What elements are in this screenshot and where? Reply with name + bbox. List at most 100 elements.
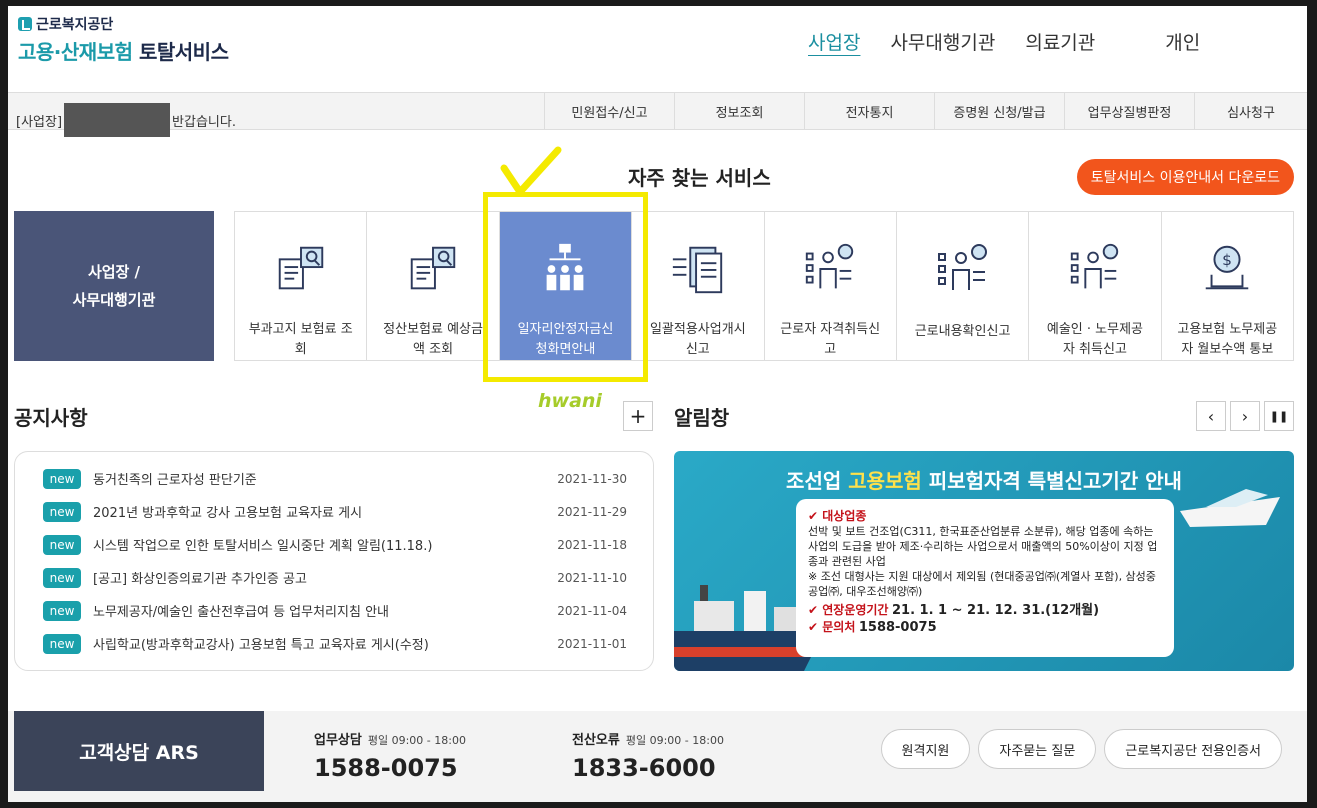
- service-label: 근로자 자격취득신 고: [780, 322, 881, 357]
- new-badge: new: [43, 501, 81, 522]
- signature-annotation: hwani: [538, 390, 602, 412]
- notice-text: 노무제공자/예술인 출산전후급여 등 업무처리지침 안내: [93, 605, 389, 620]
- logo-mark-icon: [18, 17, 32, 31]
- banner-heading-industry: ✔ 대상업종: [808, 509, 867, 523]
- service-label: 일괄적용사업개시 신고: [649, 322, 746, 357]
- banner-period: ✔ 연장운영기간 21. 1. 1 ~ 21. 12. 31.(12개월): [808, 603, 1100, 618]
- submenu-disease[interactable]: 업무상질병판정: [1064, 93, 1194, 129]
- category-box[interactable]: 사업장 / 사무대행기관: [14, 211, 214, 361]
- system-error-number: 1833-6000: [572, 754, 716, 782]
- notice-text: 동거친족의 근로자성 판단기준: [93, 473, 257, 488]
- new-badge: new: [43, 633, 81, 654]
- highlight-annotation-box: [483, 192, 648, 382]
- alarm-banner[interactable]: 조선업 고용보험 피보험자격 특별신고기간 안내 ✔ 대상업종 선박 및 보트 …: [674, 451, 1294, 671]
- ars-label: 고객상담 ARS: [14, 711, 264, 791]
- prev-button[interactable]: ‹: [1196, 401, 1226, 431]
- nav-workplace[interactable]: 사업장: [808, 28, 860, 55]
- greeting-suffix: 반갑습니다.: [172, 114, 236, 130]
- next-button[interactable]: ›: [1230, 401, 1260, 431]
- person-list-icon: [937, 244, 987, 290]
- notice-row[interactable]: new 시스템 작업으로 인한 토탈서비스 일시중단 계획 알림(11.18.)…: [43, 528, 627, 561]
- money-laptop-icon: $: [1206, 245, 1249, 290]
- notice-date: 2021-11-29: [557, 504, 627, 519]
- banner-contact: ✔ 문의처 1588-0075: [808, 620, 937, 635]
- service-item-bulk-business-start[interactable]: 일괄적용사업개시 신고: [632, 212, 765, 360]
- new-badge: new: [43, 600, 81, 621]
- nav-medical[interactable]: 의료기관: [1025, 28, 1095, 55]
- submenu-complaint[interactable]: 민원접수/신고: [544, 93, 674, 129]
- remote-support-button[interactable]: 원격지원: [880, 729, 971, 769]
- submenu-notice[interactable]: 전자통지: [804, 93, 934, 129]
- service-label: 근로내용확인신고: [914, 324, 1011, 339]
- banner-industry-desc: 선박 및 보트 건조업(C311, 한국표준산업분류 소분류), 해당 업종에 …: [808, 525, 1158, 568]
- page: 근로복지공단 고용·산재보험 토탈서비스 사업장 사무대행기관 의료기관 개인 …: [8, 6, 1307, 802]
- notice-row[interactable]: new [공고] 화상인증의료기관 추가인증 공고 2021-11-10: [43, 561, 627, 594]
- org-logo[interactable]: 근로복지공단: [18, 14, 113, 34]
- service-list: 부과고지 보험료 조 회 정산보험료 예상금 액 조회 일자리안정자금신 청화면…: [234, 211, 1294, 361]
- notice-date: 2021-11-01: [557, 636, 627, 651]
- service-item-work-confirmation[interactable]: 근로내용확인신고: [897, 212, 1030, 360]
- notice-text: [공고] 화상인증의료기관 추가인증 공고: [93, 572, 307, 587]
- guide-download-button[interactable]: 토탈서비스 이용안내서 다운로드: [1076, 159, 1294, 195]
- document-search-icon: [410, 246, 456, 290]
- notice-date: 2021-11-10: [557, 570, 627, 585]
- svg-text:$: $: [1222, 251, 1232, 269]
- certificate-button[interactable]: 근로복지공단 전용인증서: [1104, 729, 1282, 769]
- work-consult-number: 1588-0075: [314, 754, 458, 782]
- banner-card: ✔ 대상업종 선박 및 보트 건조업(C311, 한국표준산업분류 소분류), …: [796, 499, 1174, 657]
- submenu-info[interactable]: 정보조회: [674, 93, 804, 129]
- service-item-monthly-wage-report[interactable]: $ 고용보험 노무제공 자 월보수액 통보: [1162, 212, 1293, 360]
- pause-button[interactable]: ❚❚: [1264, 401, 1294, 431]
- sub-menu: 민원접수/신고 정보조회 전자통지 증명원 신청/발급 업무상질병판정 심사청구: [544, 93, 1307, 129]
- category-line2: 사무대행기관: [72, 291, 156, 309]
- notice-date: 2021-11-18: [557, 537, 627, 552]
- notice-row[interactable]: new 동거친족의 근로자성 판단기준 2021-11-30: [43, 462, 627, 495]
- nav-personal[interactable]: 개인: [1165, 28, 1200, 55]
- category-line1: 사업장 /: [87, 263, 141, 281]
- notice-title: 공지사항: [14, 406, 88, 430]
- person-list-icon: [806, 243, 854, 289]
- service-label: 부과고지 보험료 조 회: [248, 322, 353, 357]
- services-title: 자주 찾는 서비스: [628, 166, 771, 190]
- site-title-part2: 토탈서비스: [138, 40, 229, 64]
- service-label: 정산보험료 예상금 액 조회: [383, 322, 483, 357]
- system-error-block: 전산오류 평일 09:00 - 18:00 1833-6000: [572, 733, 724, 782]
- notice-date: 2021-11-30: [557, 471, 627, 486]
- notice-more-button[interactable]: +: [623, 401, 653, 431]
- notice-text: 사립학교(방과후학교강사) 고용보험 특고 교육자료 게시(수정): [93, 638, 429, 653]
- greeting: [사업장] 반갑습니다.: [16, 103, 236, 137]
- service-item-worker-acquisition[interactable]: 근로자 자격취득신 고: [765, 212, 897, 360]
- notice-text: 시스템 작업으로 인한 토탈서비스 일시중단 계획 알림(11.18.): [93, 539, 433, 554]
- faq-button[interactable]: 자주묻는 질문: [978, 729, 1097, 769]
- document-transfer-icon: [672, 246, 722, 294]
- service-item-artist-acquisition[interactable]: 예술인 · 노무제공 자 취득신고: [1029, 212, 1162, 360]
- notice-row[interactable]: new 2021년 방과후학교 강사 고용보험 교육자료 게시 2021-11-…: [43, 495, 627, 528]
- service-item-settlement-estimate[interactable]: 정산보험료 예상금 액 조회: [367, 212, 500, 360]
- site-title-part1: 고용·산재보험: [18, 40, 133, 64]
- service-item-premium-notice[interactable]: 부과고지 보험료 조 회: [235, 212, 368, 360]
- notice-row[interactable]: new 사립학교(방과후학교강사) 고용보험 특고 교육자료 게시(수정) 20…: [43, 627, 627, 660]
- new-badge: new: [43, 468, 81, 489]
- greeting-prefix: [사업장]: [16, 114, 63, 130]
- submenu-certificate[interactable]: 증명원 신청/발급: [934, 93, 1064, 129]
- notice-list: new 동거친족의 근로자성 판단기준 2021-11-30 new 2021년…: [14, 451, 654, 671]
- footer-buttons: 원격지원 자주묻는 질문 근로복지공단 전용인증서: [880, 729, 1282, 769]
- notice-date: 2021-11-04: [557, 603, 627, 618]
- sub-bar: [사업장] 반갑습니다. 민원접수/신고 정보조회 전자통지 증명원 신청/발급…: [8, 92, 1307, 137]
- banner-controls: ‹ › ❚❚: [1196, 401, 1294, 431]
- new-badge: new: [43, 567, 81, 588]
- top-nav: 사업장 사무대행기관 의료기관 개인: [808, 28, 1230, 55]
- notice-text: 2021년 방과후학교 강사 고용보험 교육자료 게시: [93, 506, 363, 521]
- person-list-icon: [1070, 243, 1119, 289]
- service-label: 고용보험 노무제공 자 월보수액 통보: [1177, 322, 1278, 357]
- org-name: 근로복지공단: [36, 17, 114, 33]
- banner-title: 조선업 고용보험 피보험자격 특별신고기간 안내: [786, 469, 1182, 493]
- footer: 고객상담 ARS 업무상담 평일 09:00 - 18:00 1588-0075 …: [8, 711, 1307, 802]
- site-title[interactable]: 고용·산재보험 토탈서비스: [18, 36, 229, 65]
- service-label: 예술인 · 노무제공 자 취득신고: [1046, 322, 1143, 357]
- alarm-title: 알림창: [674, 406, 730, 430]
- submenu-appeal[interactable]: 심사청구: [1194, 93, 1307, 129]
- notice-row[interactable]: new 노무제공자/예술인 출산전후급여 등 업무처리지침 안내 2021-11…: [43, 594, 627, 627]
- banner-exclusion-note: ※ 조선 대형사는 지원 대상에서 제외됨 (현대중공업㈜(계열사 포함), 삼…: [808, 570, 1156, 598]
- nav-agency[interactable]: 사무대행기관: [890, 28, 995, 55]
